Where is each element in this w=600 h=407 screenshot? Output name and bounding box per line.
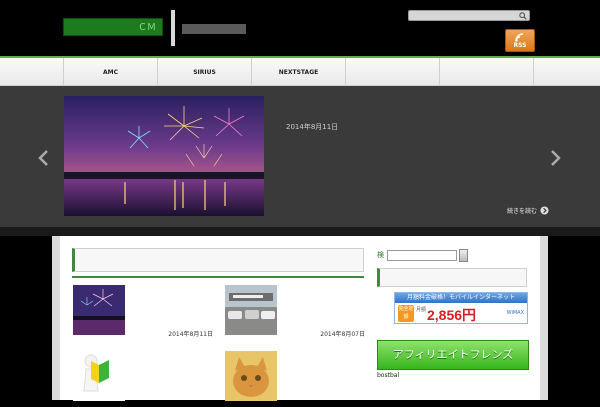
slider-bottom-band — [0, 227, 600, 236]
post-card[interactable] — [73, 351, 213, 407]
read-more-link[interactable]: 続きを読む — [507, 206, 549, 215]
nav-item-amc[interactable]: AMC — [64, 58, 158, 86]
site-logo[interactable]: ＣＭ — [63, 18, 163, 36]
section-heading-new-posts — [72, 248, 364, 272]
wimax-banner-brand: WiMAX — [506, 310, 524, 316]
sidebar-heading — [377, 268, 527, 287]
section-rule — [72, 276, 364, 278]
slide-image-fireworks[interactable] — [64, 96, 264, 216]
arrow-circle-right-icon — [540, 206, 549, 215]
header-divider — [171, 10, 175, 46]
wimax-banner-badge: 完全定額 — [398, 305, 414, 322]
header-search[interactable] — [408, 10, 530, 30]
post-thumbnail-fireworks[interactable] — [73, 285, 125, 335]
slide-date: 2014年8月11日 — [286, 123, 339, 131]
post-thumbnail-cat[interactable] — [225, 351, 277, 401]
sidebar-footer-text: bostbal — [377, 372, 400, 379]
rss-label: RSS — [513, 42, 527, 49]
rss-button[interactable]: RSS — [505, 29, 535, 52]
wimax-banner-headline: 月額料金破格！モバイルインターネット — [395, 293, 527, 303]
sidebar-search-button[interactable] — [459, 249, 468, 262]
site-header: ＣＭ RSS — [0, 0, 600, 56]
wimax-banner[interactable]: 月額料金破格！モバイルインターネット 完全定額 月額 2,856円 WiMAX — [394, 292, 528, 324]
header-search-input[interactable] — [409, 20, 519, 30]
post-date: 2014年8月07日 — [320, 331, 365, 338]
sidebar-search-label: 検 — [377, 251, 384, 259]
sidebar-search-input[interactable] — [387, 250, 457, 261]
nav-item-sirius[interactable]: SIRIUS — [158, 58, 252, 86]
nav-item-4[interactable] — [346, 58, 440, 86]
rss-icon — [515, 33, 524, 42]
post-card[interactable] — [225, 351, 365, 407]
main-navigation: AMC SIRIUS NEXTSTAGE — [0, 56, 600, 86]
wimax-banner-mini: 月額 — [416, 307, 427, 313]
nav-item-nextstage[interactable]: NEXTSTAGE — [252, 58, 346, 86]
read-more-label: 続きを読む — [507, 208, 538, 215]
post-thumbnail-parking[interactable] — [225, 285, 277, 335]
post-date: 2014年8月11日 — [168, 331, 213, 338]
search-icon[interactable] — [519, 12, 527, 20]
post-card[interactable]: 2014年8月11日 — [73, 285, 213, 341]
post-card[interactable]: 2014年8月07日 — [225, 285, 365, 341]
affiliate-friends-banner[interactable]: アフィリエイトフレンズ — [377, 340, 529, 370]
chevron-left-icon[interactable] — [36, 149, 52, 167]
featured-slider: 2014年8月11日 続きを読む — [0, 86, 600, 227]
wimax-banner-price: 2,856円 — [427, 307, 477, 323]
content-left-border — [52, 236, 60, 400]
post-thumbnail-beginner[interactable] — [73, 351, 125, 401]
main-content: 2014年8月11日 2014年8月07日 検 月額料金破格！モバイルインターネ… — [52, 236, 548, 401]
content-right-border — [540, 236, 548, 400]
chevron-right-icon[interactable] — [547, 149, 563, 167]
site-tagline — [182, 24, 246, 34]
nav-item-5[interactable] — [440, 58, 534, 86]
